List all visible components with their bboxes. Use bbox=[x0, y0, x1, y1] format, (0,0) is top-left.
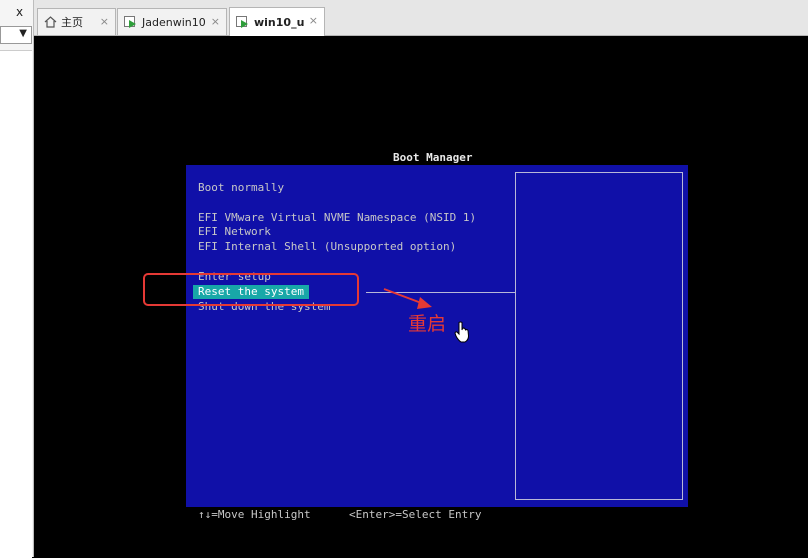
boot-option-boot-normally[interactable]: Boot normally bbox=[198, 181, 284, 195]
boot-option-efi-nvme[interactable]: EFI VMware Virtual NVME Namespace (NSID … bbox=[198, 211, 476, 225]
boot-manager-title: Boot Manager bbox=[393, 151, 473, 164]
boot-option-efi-shell[interactable]: EFI Internal Shell (Unsupported option) bbox=[198, 240, 456, 254]
chevron-down-icon: ▼ bbox=[19, 28, 27, 39]
footer-select-hint: <Enter>=Select Entry bbox=[349, 508, 482, 521]
library-dropdown[interactable]: ▼ bbox=[0, 26, 32, 44]
close-icon[interactable]: × bbox=[100, 15, 109, 28]
library-tree bbox=[0, 50, 32, 558]
tab-bar: 主页 × Jadenwin10 × win10_u × bbox=[34, 0, 808, 36]
close-icon[interactable]: × bbox=[211, 15, 220, 28]
tab-home[interactable]: 主页 × bbox=[37, 8, 116, 35]
vm-icon bbox=[236, 15, 250, 29]
tab-label: 主页 bbox=[61, 16, 83, 29]
home-icon bbox=[44, 16, 57, 28]
hand-cursor-icon bbox=[454, 321, 470, 343]
annotation-label: 重启 bbox=[408, 313, 447, 335]
footer-move-hint: ↑↓=Move Highlight bbox=[198, 508, 311, 521]
tab-label: win10_u bbox=[254, 15, 305, 29]
tab-win10-u[interactable]: win10_u × bbox=[229, 7, 325, 36]
tab-jadenwin10[interactable]: Jadenwin10 × bbox=[117, 8, 227, 35]
library-panel: x ▼ bbox=[0, 0, 34, 558]
close-panel-button[interactable]: x bbox=[16, 5, 23, 19]
boot-manager-panel: Boot normally EFI VMware Virtual NVME Na… bbox=[186, 165, 688, 507]
help-box bbox=[515, 172, 683, 500]
annotation-highlight-box bbox=[143, 273, 359, 306]
boot-option-efi-network[interactable]: EFI Network bbox=[198, 225, 271, 239]
close-icon[interactable]: × bbox=[309, 14, 318, 27]
vm-icon bbox=[124, 15, 138, 29]
tab-label: Jadenwin10 bbox=[142, 15, 206, 29]
